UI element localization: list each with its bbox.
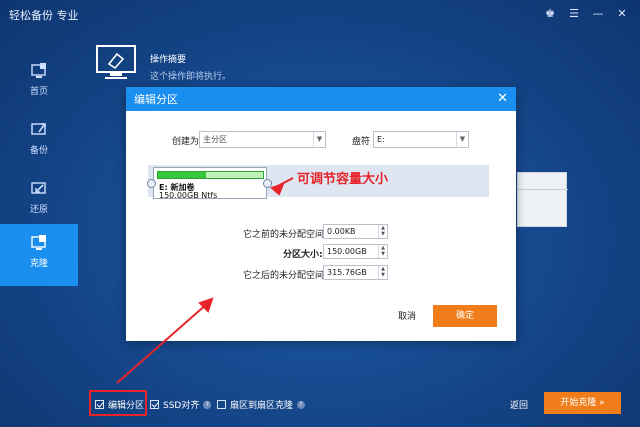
unalloc-before-label: 它之前的未分配空间: — [243, 230, 328, 240]
sidebar-item-label: 首页 — [29, 87, 48, 97]
sidebar-item-label: 备份 — [29, 146, 48, 156]
menu-icon[interactable]: ☰ — [564, 4, 584, 22]
sidebar-item-home[interactable]: 首页 — [0, 52, 78, 109]
ok-button[interactable]: 确定 — [433, 305, 497, 327]
cancel-button[interactable]: 取消 — [398, 309, 416, 322]
clone-icon — [31, 235, 46, 250]
drive-letter-select[interactable]: E: ▼ — [373, 131, 469, 148]
sector-clone-checkbox[interactable]: 扇区到扇区克隆 ? — [217, 398, 306, 411]
partition-size-label: 分区大小: — [283, 250, 323, 260]
page-title: 操作摘要 — [150, 55, 187, 65]
sector-clone-label: 扇区到扇区克隆 — [230, 401, 294, 411]
partition-usage-bar — [157, 171, 264, 179]
sidebar-item-clone[interactable]: 克隆 — [0, 224, 78, 286]
ssd-align-checkbox[interactable]: SSD对齐 ? — [150, 398, 212, 411]
home-icon — [31, 63, 46, 78]
unalloc-after-value: 315.76GB — [327, 268, 367, 277]
unalloc-before-value: 0.00KB — [327, 227, 356, 236]
start-clone-button[interactable]: 开始克隆 » — [544, 392, 621, 414]
unalloc-after-input[interactable]: 315.76GB ▲ ▼ — [323, 265, 388, 280]
help-icon[interactable]: ? — [297, 400, 306, 409]
stepper-icon[interactable]: ▲ ▼ — [378, 225, 387, 238]
checkbox-icon — [150, 400, 159, 409]
ssd-align-label: SSD对齐 — [163, 401, 200, 411]
sidebar: 首页 备份 还原 克隆 — [0, 52, 78, 292]
minimize-icon[interactable]: — — [588, 4, 608, 22]
help-icon[interactable]: ? — [203, 400, 212, 409]
dialog-header: 编辑分区 ✕ — [126, 87, 516, 111]
resize-handle-left[interactable] — [147, 179, 156, 188]
partition-size: 150.00GB Ntfs — [159, 191, 218, 200]
monitor-icon — [96, 45, 136, 79]
partition-size-value: 150.00GB — [327, 247, 367, 256]
disk-panel — [517, 172, 568, 227]
sidebar-item-backup[interactable]: 备份 — [0, 111, 78, 168]
sidebar-item-restore[interactable]: 还原 — [0, 170, 78, 227]
edit-partition-label: 编辑分区 — [108, 401, 145, 411]
chevron-down-icon: ▼ — [456, 132, 468, 147]
drive-letter-label: 盘符 — [352, 137, 371, 147]
partition-size-input[interactable]: 150.00GB ▲ ▼ — [323, 244, 388, 259]
checkbox-icon — [95, 400, 104, 409]
title-bar: 轻松备份 专业 ♚ ☰ — ✕ — [0, 0, 640, 28]
checkbox-icon — [217, 400, 226, 409]
crown-icon[interactable]: ♚ — [540, 4, 560, 22]
unalloc-before-input[interactable]: 0.00KB ▲ ▼ — [323, 224, 388, 239]
page-subtitle: 这个操作即将执行。 — [150, 72, 232, 82]
create-as-value: 主分区 — [203, 135, 227, 144]
window-controls: ♚ ☰ — ✕ — [540, 4, 632, 22]
close-icon[interactable]: ✕ — [497, 91, 508, 106]
create-as-label: 创建为 — [172, 137, 200, 147]
sidebar-item-label: 还原 — [29, 205, 48, 215]
chevron-down-icon: ▼ — [313, 132, 325, 147]
resize-handle-right[interactable] — [263, 179, 272, 188]
partition-block[interactable]: E: 新加卷 150.00GB Ntfs — [153, 167, 267, 200]
unalloc-after-label: 它之后的未分配空间: — [243, 271, 328, 281]
edit-partition-dialog: 编辑分区 ✕ 创建为 主分区 ▼ 盘符 E: ▼ E: 新加卷 150.00GB… — [126, 87, 516, 341]
stepper-icon[interactable]: ▲ ▼ — [378, 245, 387, 258]
create-as-select[interactable]: 主分区 ▼ — [199, 131, 326, 148]
backup-icon — [31, 123, 46, 135]
app-title: 轻松备份 专业 — [9, 9, 79, 22]
close-icon[interactable]: ✕ — [612, 4, 632, 22]
edit-partition-checkbox[interactable]: 编辑分区 — [95, 398, 144, 411]
restore-icon — [31, 182, 46, 194]
back-button[interactable]: 返回 — [510, 398, 528, 411]
dialog-title: 编辑分区 — [134, 93, 178, 106]
annotation-text: 可调节容量大小 — [297, 172, 389, 187]
stepper-icon[interactable]: ▲ ▼ — [378, 266, 387, 279]
sidebar-item-label: 克隆 — [29, 259, 48, 269]
drive-letter-value: E: — [377, 135, 385, 144]
